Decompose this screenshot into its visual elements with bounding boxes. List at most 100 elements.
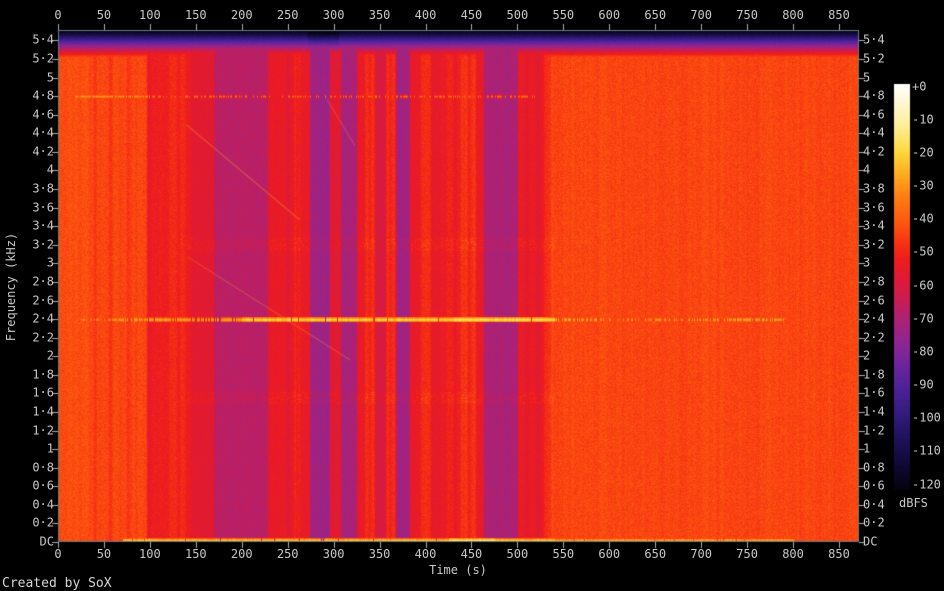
x-tick-label-bottom: 50 xyxy=(96,547,112,561)
legend-tick-label: -90 xyxy=(912,377,934,392)
x-tick-label-bottom: 850 xyxy=(828,547,850,561)
x-tick-label-bottom: 300 xyxy=(322,547,345,561)
y-tick-label-right: 5·4 xyxy=(863,32,885,47)
y-tick-label-right: 2·2 xyxy=(863,330,885,345)
x-tick-label-top: 50 xyxy=(96,8,112,22)
y-tick-label-right: DC xyxy=(863,534,878,549)
x-tick-label-top: 200 xyxy=(230,8,253,22)
x-tick-label-bottom: 800 xyxy=(782,547,804,561)
y-tick-label-right: 4·4 xyxy=(863,125,885,140)
y-tick-label-left: 5 xyxy=(46,70,54,85)
y-tick-label-right: 4·2 xyxy=(863,144,885,159)
y-tick-label-left: 3·8 xyxy=(32,181,54,196)
y-tick-label-left: 0·6 xyxy=(32,478,54,493)
x-tick-label-bottom: 650 xyxy=(644,547,667,561)
credit-text: Created by SoX xyxy=(2,576,112,591)
y-tick-label-left: 3·2 xyxy=(32,237,54,252)
y-tick-label-right: 4·8 xyxy=(863,88,885,103)
x-tick-label-bottom: 400 xyxy=(414,547,437,561)
y-tick-label-left: 4 xyxy=(46,162,54,177)
x-tick-label-bottom: 100 xyxy=(139,547,161,561)
x-tick-label-bottom: 750 xyxy=(736,547,758,561)
y-tick-label-left: 1·2 xyxy=(32,423,54,438)
legend-unit-label: dBFS xyxy=(899,496,928,510)
legend-tick-label: +0 xyxy=(912,79,927,93)
y-tick-label-right: 0·4 xyxy=(863,497,885,512)
legend-tick-label: -10 xyxy=(912,112,934,127)
y-tick-label-left: 2·2 xyxy=(32,330,54,345)
y-tick-label-right: 5 xyxy=(863,70,871,85)
y-tick-label-right: 3·4 xyxy=(863,218,885,233)
y-tick-label-right: 2·4 xyxy=(863,311,885,326)
y-tick-label-left: 3·4 xyxy=(32,218,54,233)
x-tick-label-top: 850 xyxy=(828,8,850,22)
y-tick-label-left: 1·8 xyxy=(32,367,54,382)
x-tick-label-bottom: 500 xyxy=(506,547,529,561)
y-tick-label-left: 2·6 xyxy=(32,293,54,307)
y-tick-label-right: 2·8 xyxy=(863,274,885,289)
y-tick-label-right: 1 xyxy=(863,441,871,456)
legend-tick-label: -30 xyxy=(912,178,934,193)
x-tick-label-bottom: 700 xyxy=(690,547,712,561)
y-tick-label-left: 5·2 xyxy=(32,51,54,66)
x-tick-label-top: 750 xyxy=(736,8,758,22)
x-axis-title: Time (s) xyxy=(429,563,487,577)
x-tick-label-bottom: 450 xyxy=(460,547,483,561)
legend-tick-label: -100 xyxy=(912,410,941,425)
x-tick-label-top: 700 xyxy=(690,8,712,22)
y-tick-label-left: 0·8 xyxy=(32,460,54,475)
x-tick-label-top: 500 xyxy=(506,8,529,22)
y-tick-label-right: 1·8 xyxy=(863,367,885,382)
y-tick-label-left: 5·4 xyxy=(32,32,54,47)
y-tick-label-right: 0·8 xyxy=(863,460,885,475)
y-tick-label-left: 4·2 xyxy=(32,144,54,159)
legend-tick-label: -70 xyxy=(912,311,934,326)
y-tick-label-left: 1·4 xyxy=(32,404,54,419)
x-tick-label-bottom: 350 xyxy=(368,547,391,561)
y-tick-label-right: 5·2 xyxy=(863,51,885,66)
x-tick-label-bottom: 0 xyxy=(54,547,62,561)
x-tick-label-top: 400 xyxy=(414,8,437,22)
y-tick-label-left: 4·8 xyxy=(32,88,54,103)
x-tick-label-bottom: 250 xyxy=(276,547,299,561)
y-tick-label-left: 0·4 xyxy=(32,497,54,512)
y-tick-label-left: 1·6 xyxy=(32,385,54,400)
y-tick-label-left: 4·4 xyxy=(32,125,54,140)
legend-tick-label: -120 xyxy=(912,477,941,491)
y-tick-label-right: 2 xyxy=(863,348,871,363)
x-tick-label-top: 550 xyxy=(552,8,575,22)
y-tick-label-left: 3 xyxy=(46,255,54,270)
y-tick-label-right: 1·4 xyxy=(863,404,885,419)
x-tick-label-top: 800 xyxy=(782,8,804,22)
x-tick-label-top: 250 xyxy=(276,8,299,22)
x-tick-label-top: 350 xyxy=(368,8,391,22)
y-tick-label-left: 2·8 xyxy=(32,274,54,289)
y-tick-label-right: 2·6 xyxy=(863,293,885,307)
spectrogram-canvas xyxy=(0,0,944,591)
y-tick-label-right: 3 xyxy=(863,255,871,270)
y-tick-label-right: 0·6 xyxy=(863,478,885,493)
y-tick-label-left: 4·6 xyxy=(32,107,54,122)
x-tick-label-top: 150 xyxy=(184,8,207,22)
y-tick-label-left: 1 xyxy=(46,441,54,456)
legend-tick-label: -50 xyxy=(912,244,934,259)
y-axis-title: Frequency (kHz) xyxy=(4,232,18,342)
legend-tick-label: -110 xyxy=(912,443,941,458)
y-tick-label-right: 1·2 xyxy=(863,423,885,438)
x-tick-label-top: 600 xyxy=(598,8,621,22)
legend-tick-label: -80 xyxy=(912,344,934,359)
y-tick-label-right: 4 xyxy=(863,162,871,177)
legend-tick-label: -20 xyxy=(912,145,934,160)
x-tick-label-top: 450 xyxy=(460,8,483,22)
x-tick-label-top: 300 xyxy=(322,8,345,22)
y-tick-label-left: 0·2 xyxy=(32,515,54,530)
x-tick-label-bottom: 150 xyxy=(184,547,207,561)
y-tick-label-right: 3·6 xyxy=(863,200,885,215)
y-tick-label-right: 3·2 xyxy=(863,237,885,252)
x-tick-label-top: 100 xyxy=(139,8,161,22)
x-tick-label-bottom: 600 xyxy=(598,547,621,561)
y-tick-label-right: 1·6 xyxy=(863,385,885,400)
legend-tick-label: -40 xyxy=(912,211,934,226)
y-tick-label-left: 3·6 xyxy=(32,200,54,215)
y-tick-label-right: 4·6 xyxy=(863,107,885,122)
